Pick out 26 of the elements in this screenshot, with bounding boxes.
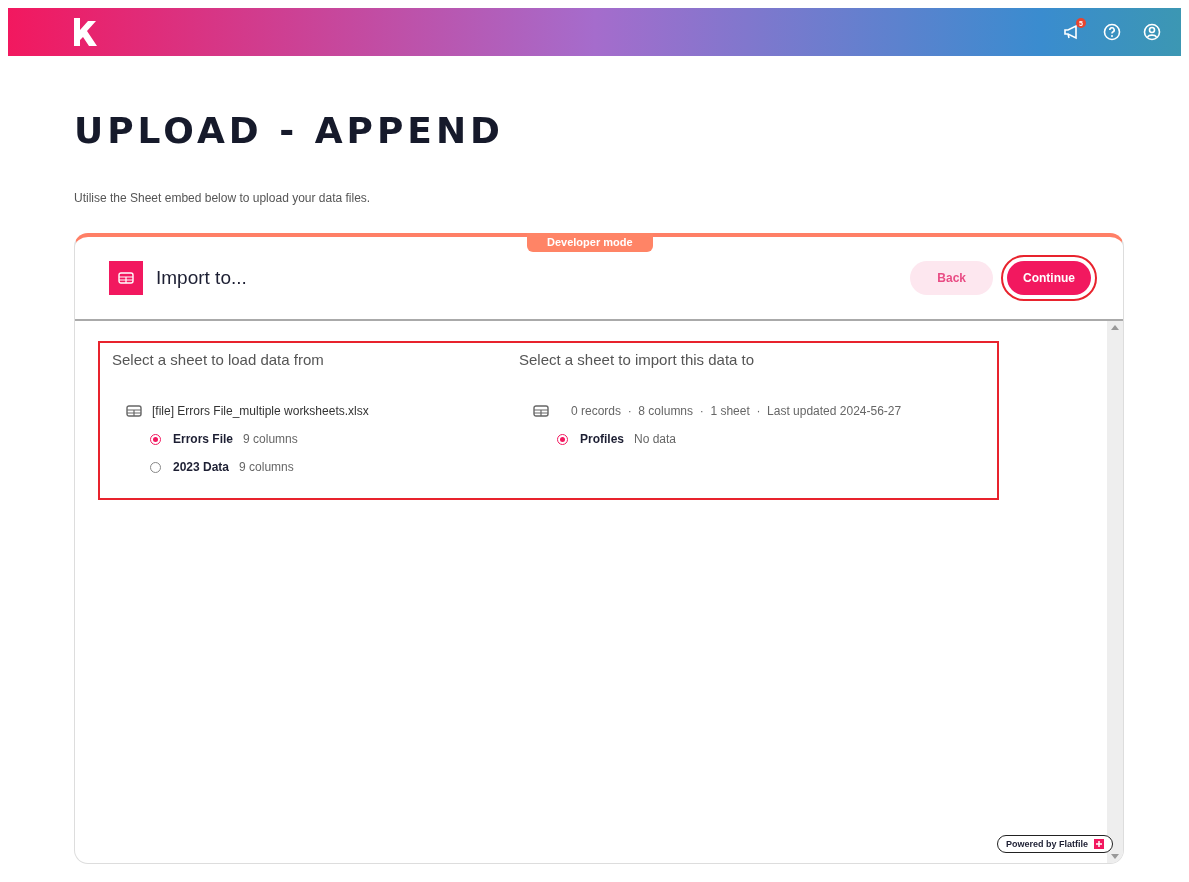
powered-by-link[interactable]: Powered by Flatfile	[996, 835, 1113, 853]
back-button[interactable]: Back	[910, 261, 993, 295]
table-icon	[533, 405, 549, 417]
sheet-meta: 0 records · 8 columns · 1 sheet · Last updated 2024-56-27	[571, 404, 902, 418]
sheet-info: 9 columns	[243, 432, 298, 446]
sheet-name: 2023 Data	[173, 460, 230, 474]
page-subtitle: Utilise the Sheet embed below to upload your data files.	[74, 191, 372, 205]
help-icon[interactable]	[1103, 23, 1121, 41]
scroll-up-icon[interactable]	[1111, 325, 1119, 330]
scroll-down-icon[interactable]	[1111, 854, 1119, 859]
column-heading: Select a sheet to load data from	[112, 351, 325, 368]
column-heading: Select a sheet to import this data to	[519, 351, 756, 368]
table-icon	[109, 261, 143, 295]
logo-icon	[72, 17, 98, 47]
sheet-name: Profiles	[580, 432, 624, 446]
profile-icon[interactable]	[1143, 23, 1161, 41]
sheet-name: Errors File	[173, 432, 234, 446]
developer-mode-badge: Developer mode	[527, 233, 653, 252]
embed-title: Import to...	[156, 267, 247, 289]
scrollbar[interactable]	[1107, 321, 1123, 863]
logo-icon	[1094, 839, 1104, 849]
sheet-info: 9 columns	[239, 460, 294, 474]
sheet-info: No data	[634, 432, 677, 446]
file-name: [file] Errors File_multiple worksheets.xlsx	[152, 404, 369, 418]
table-icon	[126, 405, 142, 417]
page-title: UPLOAD - APPEND	[74, 110, 505, 151]
